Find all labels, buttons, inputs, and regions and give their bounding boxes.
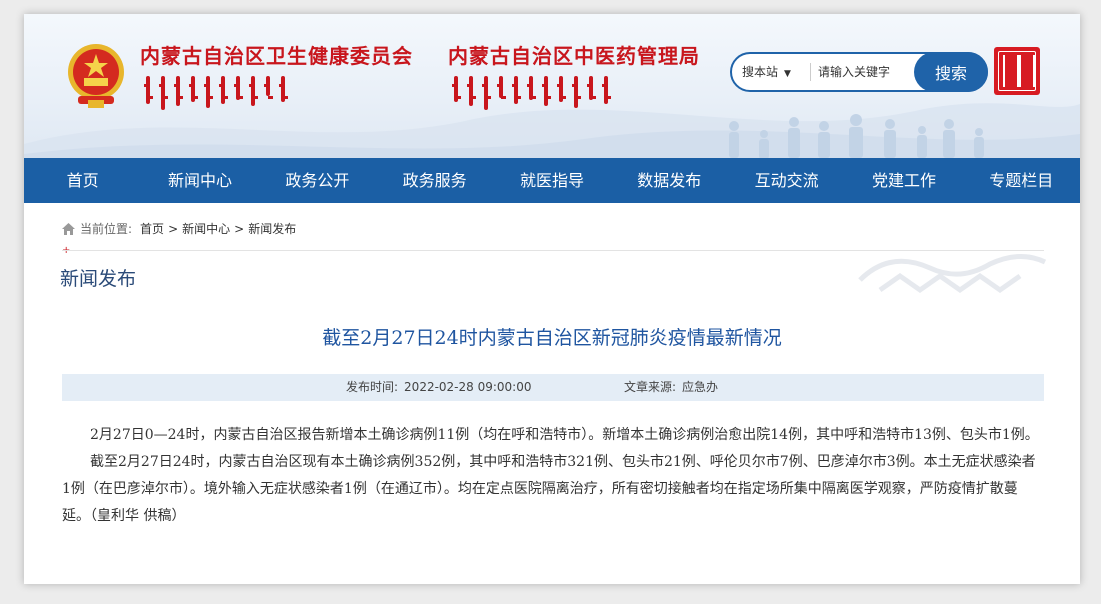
breadcrumb-news-release[interactable]: 新闻发布: [248, 220, 296, 237]
nav-item-medical-guide[interactable]: 就医指导: [493, 158, 610, 203]
nav-item-data-release[interactable]: 数据发布: [611, 158, 728, 203]
site-header: 内蒙古自治区卫生健康委员会 内蒙古自治区中医药管理局 搜本站 ▼ 搜索: [24, 14, 1080, 158]
publish-time-value: 2022-02-28 09:00:00: [404, 380, 532, 394]
home-icon: [62, 222, 75, 235]
breadcrumb-prefix: 当前位置:: [80, 222, 133, 236]
section-marker: +: [62, 246, 70, 256]
caret-down-icon: ▼: [784, 69, 791, 79]
national-emblem-icon: [68, 44, 124, 108]
publish-time-label: 发布时间:: [346, 380, 399, 394]
breadcrumb-news-center[interactable]: 新闻中心: [182, 220, 230, 237]
search-scope-dropdown[interactable]: 搜本站 ▼: [742, 54, 791, 90]
search-button[interactable]: 搜索: [914, 52, 988, 92]
mongolian-script-title-1: [144, 76, 288, 112]
breadcrumb-separator: >: [234, 221, 245, 236]
article-meta-bar: 发布时间: 2022-02-28 09:00:00 文章来源: 应急办: [62, 374, 1044, 401]
breadcrumb: 当前位置: 首页 > 新闻中心 > 新闻发布: [62, 220, 296, 237]
article-title: 截至2月27日24时内蒙古自治区新冠肺炎疫情最新情况: [322, 327, 782, 349]
nav-item-interaction[interactable]: 互动交流: [728, 158, 845, 203]
article-paragraph: 截至2月27日24时，内蒙古自治区现有本土确诊病例352例，其中呼和浩特市321…: [62, 454, 1036, 524]
browser-page: 内蒙古自治区卫生健康委员会 内蒙古自治区中医药管理局 搜本站 ▼ 搜索: [24, 14, 1080, 584]
article-body: 2月27日0—24时，内蒙古自治区报告新增本土确诊病例11例（均在呼和浩特市）。…: [62, 422, 1044, 530]
nav-item-special-topics[interactable]: 专题栏目: [963, 158, 1080, 203]
org-title-health-commission: 内蒙古自治区卫生健康委员会: [140, 44, 413, 68]
search-input[interactable]: [818, 58, 914, 86]
mongolian-script-title-2: [452, 76, 611, 112]
publish-time-group: 发布时间: 2022-02-28 09:00:00: [346, 374, 532, 401]
nav-item-news-center[interactable]: 新闻中心: [141, 158, 258, 203]
mongolian-seal-logo-icon[interactable]: [994, 47, 1040, 95]
source-group: 文章来源: 应急办: [624, 374, 718, 401]
site-search: 搜本站 ▼ 搜索: [730, 52, 988, 92]
nav-item-home[interactable]: 首页: [24, 158, 141, 203]
source-label: 文章来源:: [624, 380, 677, 394]
decorative-pattern-graphic: [858, 254, 1047, 294]
org-title-tcm-bureau: 内蒙古自治区中医药管理局: [448, 44, 700, 68]
search-scope-label: 搜本站: [742, 65, 779, 79]
breadcrumb-home[interactable]: 首页: [140, 220, 164, 237]
section-title: 新闻发布: [60, 268, 137, 290]
nav-item-government-affairs[interactable]: 政务公开: [259, 158, 376, 203]
main-nav: 首页 新闻中心 政务公开 政务服务 就医指导 数据发布 互动交流 党建工作 专题…: [24, 158, 1080, 203]
article-paragraph: 2月27日0—24时，内蒙古自治区报告新增本土确诊病例11例（均在呼和浩特市）。…: [90, 427, 1039, 443]
source-value: 应急办: [682, 380, 719, 394]
search-divider: [810, 63, 811, 81]
breadcrumb-separator: >: [168, 221, 179, 236]
nav-item-government-services[interactable]: 政务服务: [376, 158, 493, 203]
nav-item-party-building[interactable]: 党建工作: [845, 158, 962, 203]
